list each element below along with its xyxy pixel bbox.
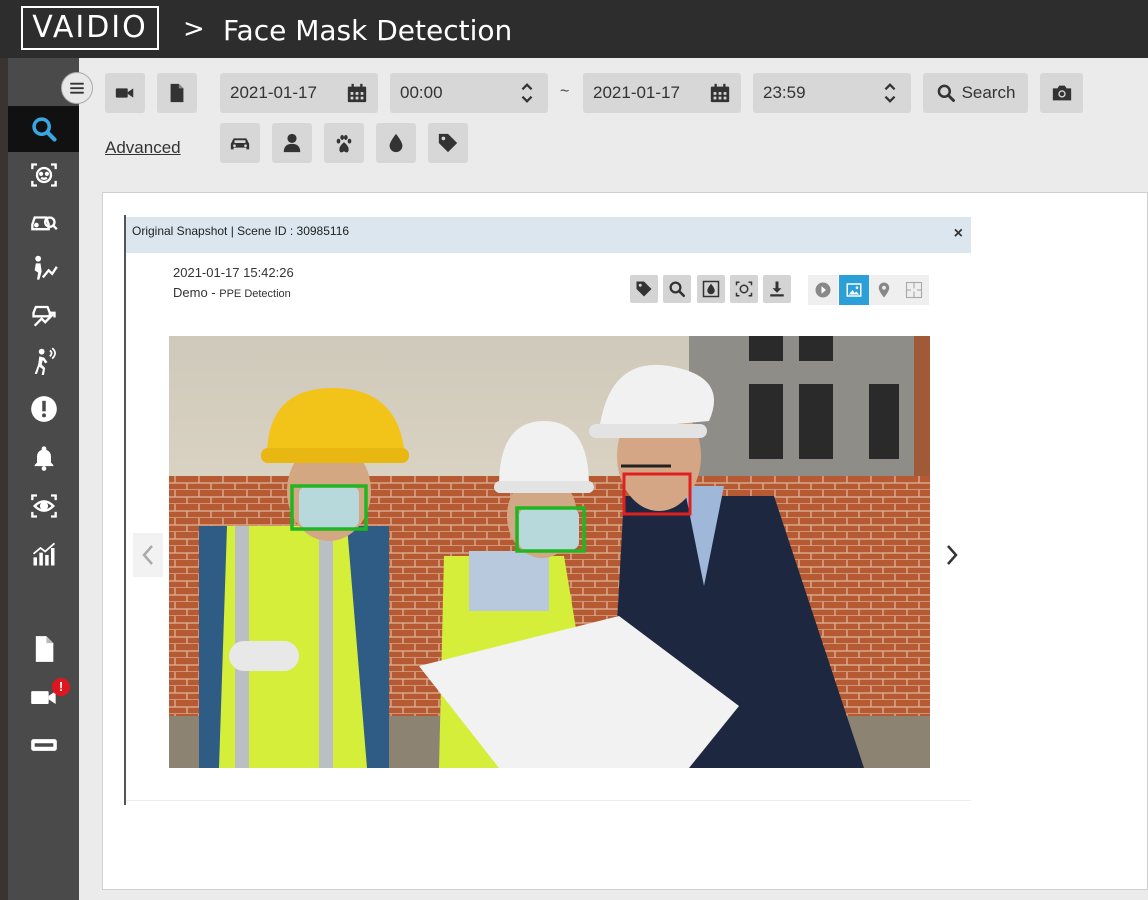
range-separator: ~ (560, 83, 570, 100)
sidebar-item-vehicle-trend[interactable] (8, 291, 79, 337)
tag-snapshot-button[interactable] (630, 275, 658, 303)
eye-scan-icon (30, 494, 57, 518)
search-similar-button[interactable] (663, 275, 691, 303)
previous-snapshot-button[interactable] (133, 533, 163, 577)
breadcrumb-separator: > (183, 14, 205, 44)
sidebar-item-person-trend[interactable] (8, 245, 79, 291)
face-search-button[interactable] (730, 275, 758, 303)
device-icon (30, 739, 57, 751)
snapshot-title: Original Snapshot | Scene ID : 30985116 (132, 224, 350, 238)
spinner-icon[interactable] (516, 82, 538, 104)
filter-color-button[interactable] (376, 123, 416, 163)
document-icon (170, 83, 184, 103)
calendar-icon (710, 83, 730, 103)
sidebar-item-cameras[interactable]: ! (8, 674, 79, 720)
sidebar: ! (8, 58, 79, 900)
sidebar-item-notifications[interactable] (8, 435, 79, 481)
end-time-field[interactable]: 23:59 (753, 73, 911, 113)
paw-icon (336, 135, 352, 153)
dialog-footer-line (126, 800, 971, 801)
filter-vehicle-button[interactable] (220, 123, 260, 163)
view-floorplan-button[interactable] (899, 275, 929, 305)
dialog-border (124, 215, 126, 805)
play-icon (815, 282, 831, 298)
tag-icon (438, 133, 458, 153)
filter-animal-button[interactable] (324, 123, 364, 163)
document-icon (35, 636, 53, 662)
search-button[interactable]: Search (923, 73, 1028, 113)
sidebar-item-alerts[interactable] (8, 386, 79, 432)
download-button[interactable] (763, 275, 791, 303)
advanced-link[interactable]: Advanced (105, 138, 181, 158)
search-icon (669, 281, 686, 298)
snapshot-search-button[interactable] (1040, 73, 1083, 113)
photo-camera-icon (1052, 85, 1071, 101)
search-icon (31, 117, 57, 142)
drop-icon (389, 133, 403, 153)
spinner-icon[interactable] (879, 82, 901, 104)
exclamation-icon (30, 396, 57, 422)
snapshot-timestamp: 2021-01-17 15:42:26 (173, 265, 294, 280)
document-filter-button[interactable] (157, 73, 197, 113)
vehicle-trend-icon (31, 305, 56, 327)
left-edge (0, 58, 8, 900)
sidebar-item-intrusion[interactable] (8, 338, 79, 384)
sidebar-item-watch[interactable] (8, 483, 79, 529)
color-search-button[interactable] (697, 275, 725, 303)
view-image-button[interactable] (839, 275, 869, 305)
sidebar-item-search[interactable] (8, 106, 79, 152)
download-icon (770, 281, 784, 297)
person-trend-icon (34, 255, 58, 280)
floorplan-icon (905, 281, 923, 299)
sidebar-item-documents[interactable] (8, 626, 79, 672)
vehicle-search-icon (30, 216, 58, 231)
person-icon (283, 133, 301, 153)
tag-icon (636, 281, 652, 297)
alert-badge: ! (52, 678, 70, 696)
bell-icon (34, 446, 53, 471)
start-date-value: 2021-01-17 (230, 83, 317, 102)
menu-toggle-button[interactable] (61, 72, 93, 104)
view-video-button[interactable] (808, 275, 838, 305)
sidebar-item-reports[interactable] (8, 532, 79, 578)
chevron-right-icon (947, 545, 958, 565)
snapshot-dialog-header: Original Snapshot | Scene ID : 30985116 … (126, 217, 971, 253)
face-icon (30, 163, 57, 187)
page-title: Face Mask Detection (223, 14, 513, 47)
analytic-name: PPE Detection (219, 288, 291, 300)
camera-name: Demo - (173, 285, 216, 300)
sidebar-item-devices[interactable] (8, 722, 79, 768)
end-date-value: 2021-01-17 (593, 83, 680, 102)
hamburger-icon (70, 82, 84, 94)
camera-filter-button[interactable] (105, 73, 145, 113)
filter-tag-button[interactable] (428, 123, 468, 163)
image-icon (846, 283, 862, 297)
search-label: Search (961, 83, 1016, 102)
video-camera-icon (115, 88, 134, 98)
snapshot-image (169, 336, 930, 768)
vaidio-logo[interactable]: VAIDIO (21, 6, 159, 50)
start-date-field[interactable]: 2021-01-17 (220, 73, 378, 113)
bar-chart-icon (32, 542, 55, 566)
end-date-field[interactable]: 2021-01-17 (583, 73, 741, 113)
car-icon (230, 138, 250, 150)
chevron-left-icon (142, 545, 153, 565)
map-pin-icon (878, 282, 890, 298)
calendar-icon (347, 83, 367, 103)
end-time-value: 23:59 (763, 83, 806, 102)
view-map-button[interactable] (869, 275, 899, 305)
filter-person-button[interactable] (272, 123, 312, 163)
start-time-field[interactable]: 00:00 (390, 73, 548, 113)
face-scan-icon (735, 281, 753, 297)
top-bar: VAIDIO > Face Mask Detection (0, 0, 1148, 58)
start-time-value: 00:00 (400, 83, 443, 102)
snapshot-camera-line: Demo - PPE Detection (173, 285, 291, 300)
search-icon (937, 84, 955, 102)
close-button[interactable]: × (954, 217, 963, 251)
sidebar-item-face[interactable] (8, 152, 79, 198)
running-person-icon (34, 347, 56, 375)
next-snapshot-button[interactable] (940, 533, 964, 577)
sidebar-item-vehicle[interactable] (8, 198, 79, 244)
drop-icon (702, 280, 720, 298)
